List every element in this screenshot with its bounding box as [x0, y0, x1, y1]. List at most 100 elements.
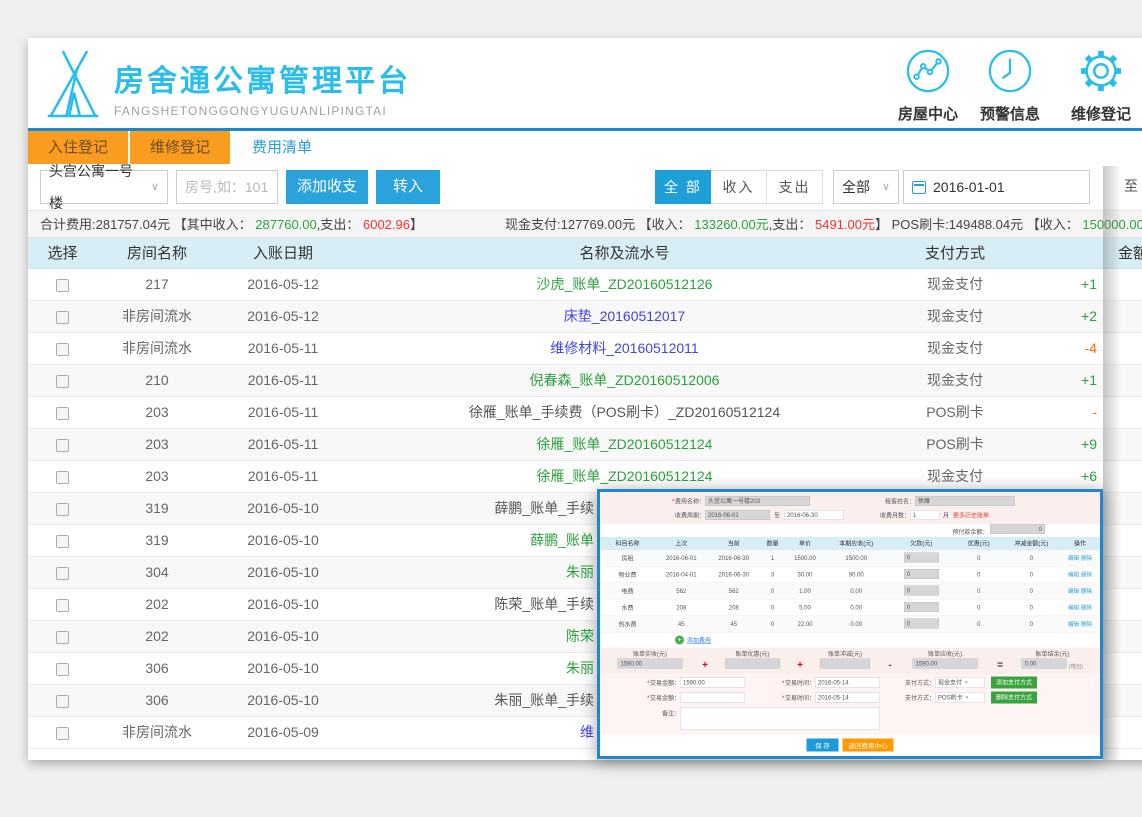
row-checkbox[interactable]	[56, 727, 69, 740]
nav-label: 预警信息	[974, 103, 1046, 124]
bill-totals: 账单实收(元)1590.00 + 账单优惠(元) + 账单冲减(元) - 账单应…	[600, 648, 1100, 675]
room-name: 304	[97, 557, 217, 588]
tab-fee-list[interactable]: 费用清单	[232, 131, 332, 164]
plus-operator: +	[790, 650, 810, 672]
bill-link[interactable]: 徐雁_账单_ZD20160512124	[537, 436, 713, 452]
discount-input[interactable]	[725, 659, 780, 669]
room-name: 306	[97, 685, 217, 716]
delete-link[interactable]: 删除	[1081, 589, 1092, 595]
months-label: 收费月数：	[844, 511, 910, 520]
arrears-input[interactable]: 0	[904, 602, 939, 612]
bill-link[interactable]: 倪春森_账单_ZD20160512006	[530, 372, 720, 388]
arrears-input[interactable]: 0	[904, 585, 939, 595]
category-select[interactable]: 全部 ∨	[833, 170, 899, 204]
arrears-input[interactable]: 0	[904, 569, 939, 579]
delete-link[interactable]: 删除	[1081, 622, 1092, 628]
months-history-link[interactable]: 更多历史账单	[953, 511, 989, 520]
bill-link[interactable]: 维修材料_20160512011	[550, 340, 698, 356]
edit-link[interactable]: 编辑	[1068, 622, 1079, 628]
period-from-input[interactable]: 2016-06-01	[705, 510, 770, 520]
edit-link[interactable]: 编辑	[1068, 605, 1079, 611]
delete-payment-button[interactable]: 删除支付方式	[991, 692, 1037, 704]
row-checkbox[interactable]	[56, 631, 69, 644]
edit-link[interactable]: 编辑	[1068, 572, 1079, 578]
row-checkbox[interactable]	[56, 535, 69, 548]
building-select[interactable]: 头宫公寓一号楼 ∨	[40, 170, 168, 204]
pay-method-label: 支付方式：	[880, 678, 935, 687]
room-name: 203	[97, 397, 217, 428]
received-input[interactable]: 1590.00	[618, 659, 683, 669]
delete-link[interactable]: 删除	[1081, 572, 1092, 578]
trade-amount-input[interactable]	[680, 693, 745, 703]
offset-input[interactable]	[820, 659, 870, 669]
months-input[interactable]: 1	[910, 510, 940, 520]
pay-method-select[interactable]: POS刷卡▾	[935, 692, 985, 703]
balance-input[interactable]: 0.00	[1022, 659, 1067, 669]
bill-link[interactable]: 陈荣	[566, 628, 594, 644]
row-checkbox[interactable]	[56, 567, 69, 580]
row-checkbox[interactable]	[56, 503, 69, 516]
bill-link[interactable]: 维	[580, 724, 594, 740]
receivable-input[interactable]: 1590.00	[913, 659, 978, 669]
transfer-in-button[interactable]: 转入	[376, 170, 440, 204]
prepay-input[interactable]: 0	[990, 524, 1045, 534]
trade-amount-input[interactable]: 1590.00	[680, 678, 745, 688]
nav-house-center[interactable]: 房屋中心	[892, 48, 964, 124]
back-to-fee-center-button[interactable]: 返回费用中心	[842, 739, 893, 752]
room-name: 非房间流水	[97, 717, 217, 748]
delete-link[interactable]: 删除	[1081, 605, 1092, 611]
row-checkbox[interactable]	[56, 375, 69, 388]
arrears-input[interactable]: 0	[904, 552, 939, 562]
equals-operator: =	[990, 650, 1010, 672]
row-checkbox[interactable]	[56, 695, 69, 708]
room-name: 319	[97, 493, 217, 524]
add-fee-link[interactable]: 添加费用	[687, 636, 711, 645]
row-checkbox[interactable]	[56, 663, 69, 676]
segment-income[interactable]: 收入	[711, 170, 767, 204]
bill-label: 朱丽_账单_手续	[494, 692, 594, 708]
row-checkbox[interactable]	[56, 343, 69, 356]
row-checkbox[interactable]	[56, 279, 69, 292]
fee-row: 电费56256201.000.00000编辑删除	[600, 583, 1100, 600]
trade-time-input[interactable]: 2016-05-14	[815, 678, 880, 688]
row-checkbox[interactable]	[56, 407, 69, 420]
bill-link[interactable]: 徐雁_账单_ZD20160512124	[537, 468, 713, 484]
row-checkbox[interactable]	[56, 439, 69, 452]
edit-link[interactable]: 编辑	[1068, 556, 1079, 562]
row-checkbox[interactable]	[56, 599, 69, 612]
room-number-input[interactable]	[176, 170, 278, 204]
tab-repair-register[interactable]: 维修登记	[130, 131, 230, 164]
bill-link[interactable]: 朱丽	[566, 564, 594, 580]
bill-link[interactable]: 床垫_20160512017	[564, 308, 685, 324]
tenant-input[interactable]: 徐雁	[915, 496, 1015, 506]
chevron-down-icon: ▾	[966, 693, 969, 703]
segment-all[interactable]: 全 部	[655, 170, 711, 204]
payment-row: *交易金额： 1590.00 *交易时间： 2016-05-14 支付方式： 现…	[600, 675, 1100, 690]
row-checkbox[interactable]	[56, 311, 69, 324]
plus-operator: +	[695, 650, 715, 672]
pay-method-select[interactable]: 现金支付▾	[935, 677, 985, 688]
nav-warning-info[interactable]: 预警信息	[974, 48, 1046, 124]
pay-method: 现金支付	[900, 461, 1010, 492]
bill-link[interactable]: 薛鹏_账单	[530, 532, 594, 548]
add-income-expense-button[interactable]: 添加收支	[286, 170, 368, 204]
delete-link[interactable]: 删除	[1081, 556, 1092, 562]
date-from-input[interactable]: 2016-01-01	[903, 170, 1090, 204]
bill-link[interactable]: 沙虎_账单_ZD20160512126	[537, 276, 713, 292]
entry-date: 2016-05-10	[217, 653, 349, 684]
trade-time-input[interactable]: 2016-05-14	[815, 693, 880, 703]
save-button[interactable]: 保 存	[806, 739, 838, 752]
remark-row: 备注：	[600, 705, 1100, 734]
edit-link[interactable]: 编辑	[1068, 589, 1079, 595]
fee-name-input[interactable]: 头宫公寓一号楼203	[705, 496, 810, 506]
period-to-input[interactable]: 2016-06-30	[784, 510, 844, 520]
bill-link[interactable]: 朱丽	[566, 660, 594, 676]
remark-textarea[interactable]	[680, 707, 880, 730]
nav-repair-register[interactable]: 维修登记	[1056, 48, 1142, 124]
arrears-input[interactable]: 0	[904, 618, 939, 628]
row-checkbox[interactable]	[56, 471, 69, 484]
col-amount: 金额	[1010, 238, 1142, 268]
segment-expense[interactable]: 支出	[767, 170, 823, 204]
add-payment-button[interactable]: 添加支付方式	[991, 677, 1037, 689]
right-edge-shadow	[1103, 166, 1121, 760]
